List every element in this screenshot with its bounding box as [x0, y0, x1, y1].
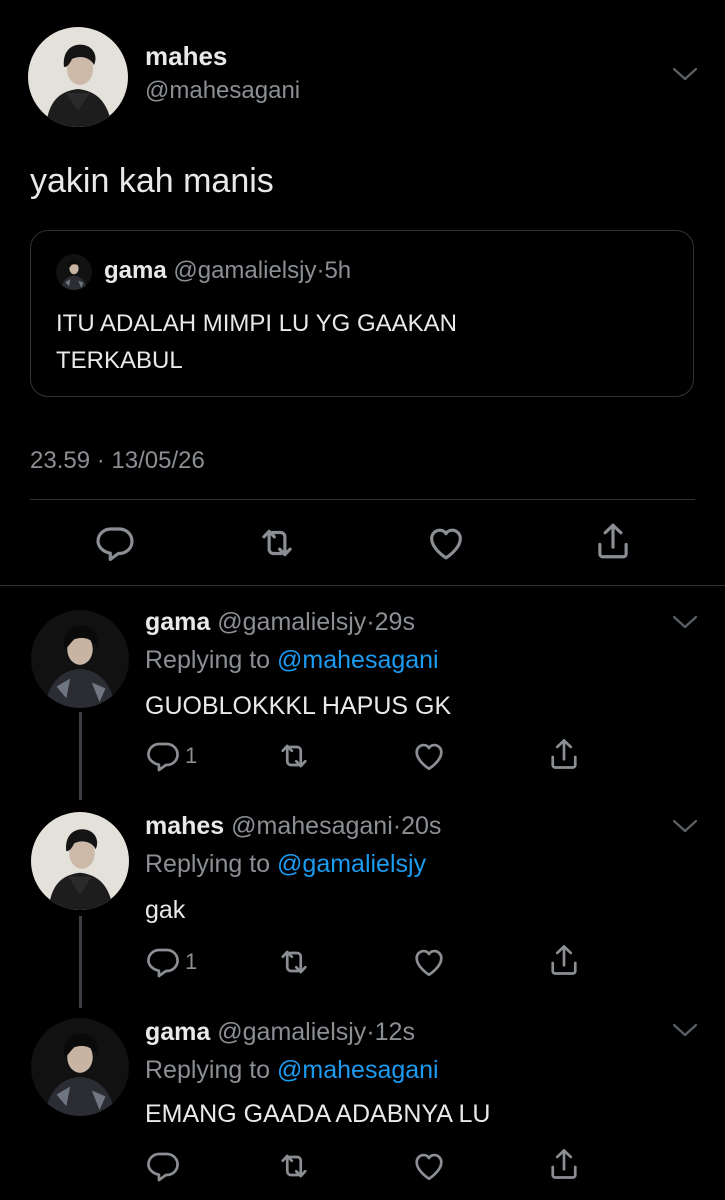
tweet-timestamp: 23.59 · 13/05/26 — [30, 447, 205, 474]
quoted-author-avatar — [56, 254, 92, 290]
quoted-author-name: gama — [104, 257, 167, 284]
thread-line — [79, 712, 82, 800]
retweet-button[interactable] — [256, 522, 298, 564]
reply-time: 12s — [374, 1018, 415, 1046]
reply-button[interactable] — [145, 1148, 181, 1184]
reply-avatar[interactable] — [31, 610, 129, 708]
reply-count: 1 — [185, 743, 198, 768]
reply-avatar[interactable] — [31, 812, 129, 910]
reply-icon — [145, 738, 181, 774]
retweet-button[interactable] — [276, 738, 312, 774]
quoted-text-line1: ITU ADALAH MIMPI LU YG GAAKAN — [56, 310, 457, 337]
chevron-down-icon[interactable] — [672, 818, 698, 834]
like-button[interactable] — [411, 738, 447, 774]
reply-avatar[interactable] — [31, 1018, 129, 1116]
share-icon — [546, 1146, 582, 1182]
retweet-icon — [256, 522, 298, 564]
share-button[interactable] — [546, 942, 582, 978]
reply-time: 29s — [374, 608, 415, 636]
share-button[interactable] — [546, 736, 582, 772]
like-button[interactable] — [411, 944, 447, 980]
reply-text: GUOBLOKKKL HAPUS GK — [145, 692, 452, 720]
reply-author-name: gama — [145, 608, 211, 636]
reply-header[interactable]: gama @gamalielsjy·29s — [145, 606, 415, 638]
mention-link[interactable]: @mahesagani — [277, 1056, 439, 1084]
replying-prefix: Replying to — [145, 1056, 271, 1084]
mention-link[interactable]: @gamalielsjy — [277, 850, 426, 878]
retweet-icon — [276, 1148, 312, 1184]
share-icon — [546, 942, 582, 978]
author-name[interactable]: mahes — [145, 40, 227, 72]
quoted-author-handle: @gamalielsjy — [173, 257, 317, 284]
replying-prefix: Replying to — [145, 850, 271, 878]
retweet-icon — [276, 944, 312, 980]
reply-icon — [145, 944, 181, 980]
share-button[interactable] — [546, 1146, 582, 1182]
thread-line — [79, 916, 82, 1008]
reply-author-handle: @gamalielsjy — [217, 1018, 367, 1046]
separator-dot: · — [366, 1018, 375, 1046]
share-icon — [592, 520, 634, 562]
chevron-down-icon[interactable] — [672, 614, 698, 630]
chevron-down-icon[interactable] — [672, 66, 698, 82]
tweet-text: yakin kah manis — [30, 162, 274, 200]
replying-to: Replying to @gamalielsjy — [145, 848, 426, 880]
reply-text: gak — [145, 896, 186, 924]
author-handle[interactable]: @mahesagani — [145, 76, 300, 106]
reply-header[interactable]: mahes @mahesagani·20s — [145, 810, 441, 842]
reply-button[interactable]: 1 — [145, 944, 197, 980]
replying-to: Replying to @mahesagani — [145, 644, 439, 676]
divider — [0, 585, 725, 586]
reply-author-name: gama — [145, 1018, 211, 1046]
reply-icon — [145, 1148, 181, 1184]
share-button[interactable] — [592, 520, 634, 562]
reply-header[interactable]: gama @gamalielsjy·12s — [145, 1016, 415, 1048]
quoted-text-line2: TERKABUL — [56, 347, 183, 374]
retweet-button[interactable] — [276, 944, 312, 980]
replying-to: Replying to @mahesagani — [145, 1054, 439, 1086]
mention-link[interactable]: @mahesagani — [277, 646, 439, 674]
reply-author-name: mahes — [145, 812, 225, 840]
retweet-button[interactable] — [276, 1148, 312, 1184]
reply-author-handle: @mahesagani — [231, 812, 393, 840]
reply-author-handle: @gamalielsjy — [217, 608, 367, 636]
separator-dot: · — [392, 812, 402, 840]
author-avatar[interactable] — [28, 27, 128, 127]
reply-button[interactable] — [94, 522, 136, 564]
quoted-text: ITU ADALAH MIMPI LU YG GAAKAN TERKABUL — [56, 305, 656, 379]
like-button[interactable] — [425, 522, 467, 564]
reply-text: EMANG GAADA ADABNYA LU — [145, 1100, 491, 1128]
reply-button[interactable]: 1 — [145, 738, 197, 774]
reply-time: 20s — [401, 812, 442, 840]
separator-dot: · — [366, 608, 375, 636]
reply-count: 1 — [185, 949, 198, 974]
chevron-down-icon[interactable] — [672, 1022, 698, 1038]
like-icon — [425, 522, 467, 564]
quoted-author-line: gama @gamalielsjy·5h — [104, 256, 351, 286]
reply-icon — [94, 522, 136, 564]
share-icon — [546, 736, 582, 772]
quoted-time: 5h — [324, 257, 352, 284]
like-icon — [411, 1148, 447, 1184]
like-icon — [411, 738, 447, 774]
like-button[interactable] — [411, 1148, 447, 1184]
divider — [30, 499, 695, 500]
like-icon — [411, 944, 447, 980]
replying-prefix: Replying to — [145, 646, 271, 674]
retweet-icon — [276, 738, 312, 774]
